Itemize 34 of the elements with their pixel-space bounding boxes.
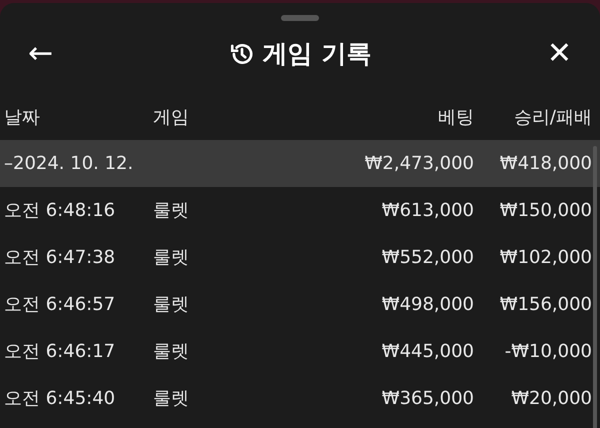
drag-handle[interactable] [281,15,319,21]
history-icon [228,41,255,67]
result-cell-text: ₩156,000 [498,293,592,317]
game-cell-text: 룰렛 [153,246,190,270]
game-cell-text: 룰렛 [153,199,190,223]
column-header: 날짜 [3,106,41,130]
column-header: 베팅 [437,106,474,130]
result-cell-text: -₩10,000 [504,340,592,364]
sheet-title: 게임 기록 [262,38,372,70]
result-cell-text: ₩150,000 [498,199,592,223]
date-label: –2024. 10. 12. [3,152,134,176]
result-cell-text: ₩418,000 [498,152,592,176]
bet-cell-text: ₩498,000 [380,293,474,317]
time-cell-text: 오전 6:45:40 [3,387,116,411]
bet-cell-text: ₩613,000 [380,199,474,223]
time-cell-text: 오전 6:47:38 [3,246,116,270]
result-cell-text: ₩102,000 [498,246,592,270]
close-button[interactable]: ✕ [546,39,572,69]
game-cell-text: 룰렛 [153,387,190,411]
game-cell-text: 룰렛 [153,340,190,364]
time-cell-text: 오전 6:46:57 [3,293,116,317]
time-cell-text: 오전 6:48:16 [3,199,116,223]
column-header: 승리/패배 [512,106,592,130]
result-cell-text: ₩20,000 [510,387,592,411]
bet-cell-text: ₩445,000 [380,340,474,364]
bet-cell-text: ₩2,473,000 [364,152,474,176]
date-group-row[interactable]: –2024. 10. 12. ₩2,473,000 ₩418,000 [0,140,600,187]
bet-cell-text: ₩552,000 [380,246,474,270]
bet-cell-text: ₩365,000 [380,387,474,411]
scrollbar[interactable] [593,146,597,428]
game-cell-text: 룰렛 [153,293,190,317]
time-cell-text: 오전 6:46:17 [3,340,116,364]
back-button[interactable]: ← [28,39,54,69]
column-header: 게임 [153,106,190,130]
